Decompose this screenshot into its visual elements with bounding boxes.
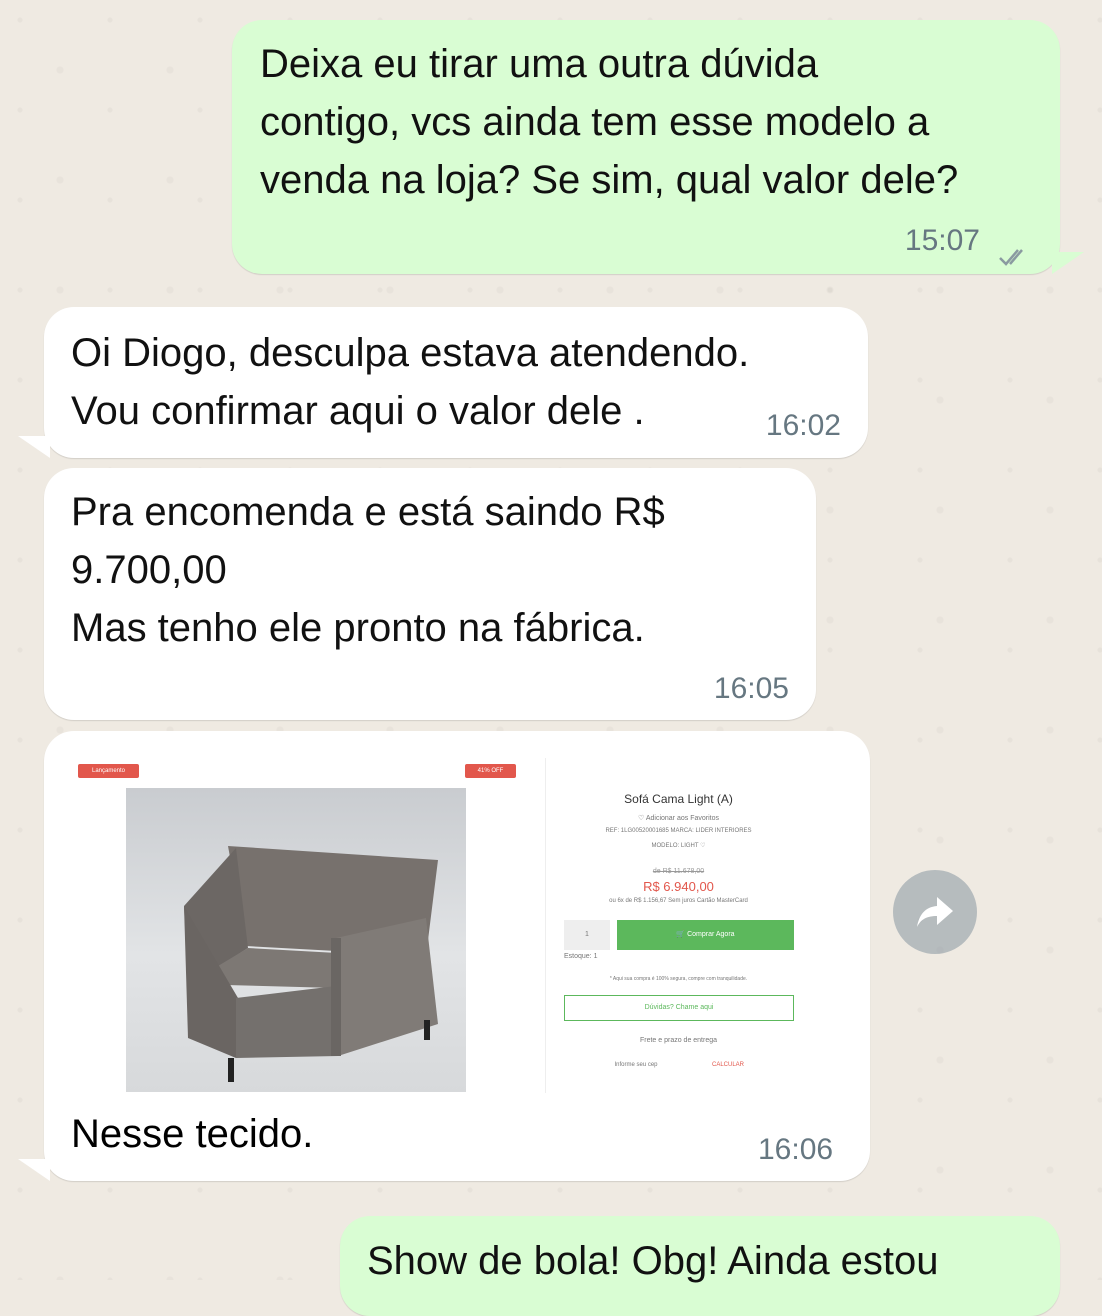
message-text: Oi Diogo, desculpa estava atendendo. Vou…: [71, 331, 750, 433]
stock-text: Estoque: 1: [564, 953, 598, 960]
calculate-button[interactable]: CALCULAR: [698, 1062, 758, 1068]
bubble-tail: [1052, 252, 1084, 274]
forward-button[interactable]: [893, 870, 977, 954]
sofa-illustration: [184, 846, 438, 1082]
incoming-message[interactable]: Pra encomenda e está saindo R$ 9.700,00 …: [44, 468, 816, 720]
forward-arrow-icon: [917, 897, 953, 927]
installments-text: ou 6x de R$ 1.156,67 Sem juros Cartão Ma…: [609, 898, 748, 904]
launch-badge: Lançamento: [78, 764, 139, 778]
message-text: Deixa eu tirar uma outra dúvida contigo,…: [260, 42, 959, 202]
message-time: 15:07: [904, 224, 980, 257]
secure-text: * Aqui sua compra é 100% segura, compre …: [609, 976, 748, 982]
product-info-panel: Sofá Cama Light (A) ♡ Adicionar aos Favo…: [545, 758, 811, 1093]
outgoing-message[interactable]: Deixa eu tirar uma outra dúvida contigo,…: [232, 20, 1060, 274]
product-ref: REF: 1LG00520001685 MARCA: LIDER INTERIO…: [605, 828, 752, 834]
buy-now-button[interactable]: 🛒 Comprar Agora: [617, 920, 794, 950]
outgoing-message[interactable]: Show de bola! Obg! Ainda estou: [340, 1216, 1060, 1316]
message-text: Nesse tecido.: [71, 1112, 314, 1156]
product-name: Sofá Cama Light (A): [624, 792, 733, 806]
new-price: R$ 6.940,00: [643, 879, 714, 894]
add-favorite-link[interactable]: ♡ Adicionar aos Favoritos: [546, 814, 811, 822]
quantity-field[interactable]: 1: [564, 920, 610, 950]
double-check-icon: [999, 249, 1023, 266]
bubble-tail: [18, 1159, 50, 1181]
cep-input[interactable]: Informe seu cep: [596, 1062, 676, 1068]
message-time: 16:06: [758, 1133, 834, 1166]
shipping-label: Frete e prazo de entrega: [639, 1037, 718, 1044]
message-text: Show de bola! Obg! Ainda estou: [367, 1239, 939, 1283]
bubble-tail: [18, 436, 50, 458]
old-price: de R$ 11.678,00: [652, 868, 705, 875]
sofa-photo[interactable]: [126, 788, 466, 1092]
message-time: 16:02: [765, 409, 841, 442]
product-model: MODELO: LIGHT ♡: [651, 843, 706, 849]
message-text: Pra encomenda e está saindo R$ 9.700,00 …: [71, 490, 665, 650]
discount-badge: 41% OFF: [465, 764, 516, 778]
doubts-button[interactable]: Dúvidas? Chame aqui: [564, 995, 794, 1021]
message-time: 16:05: [713, 672, 789, 705]
incoming-message[interactable]: Oi Diogo, desculpa estava atendendo. Vou…: [44, 307, 868, 458]
